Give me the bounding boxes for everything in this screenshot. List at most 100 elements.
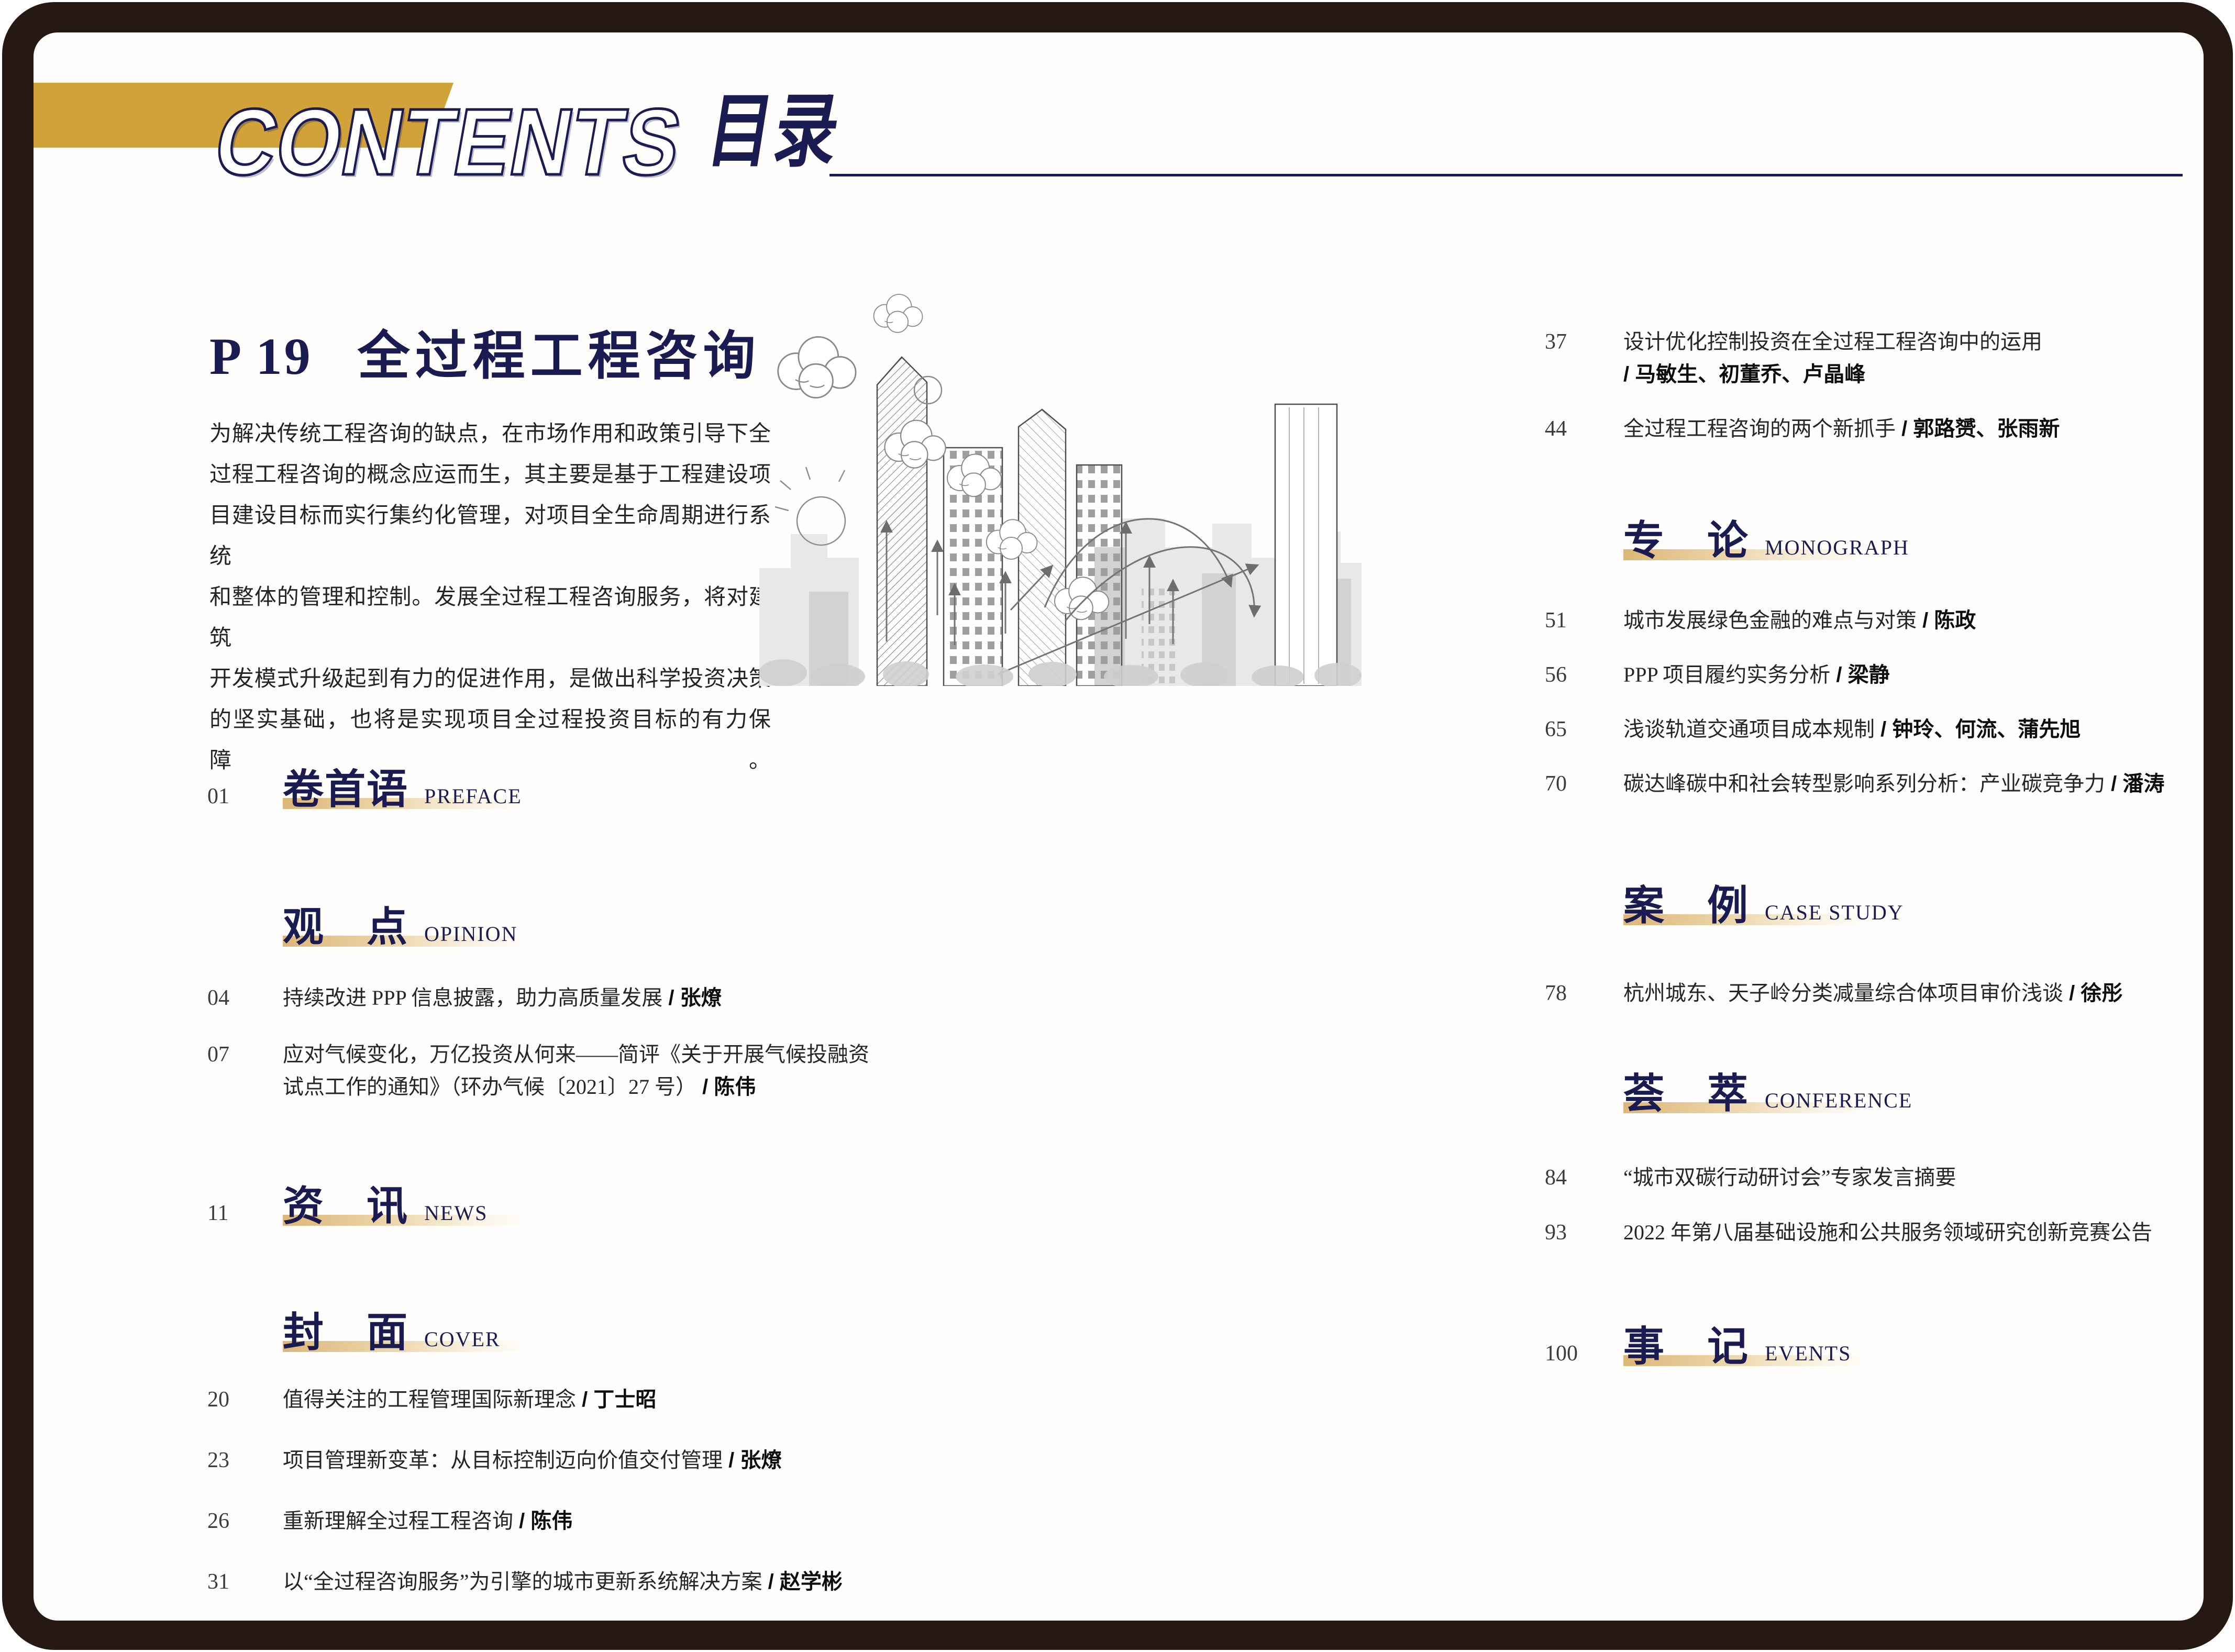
entry-title: 应对气候变化，万亿投资从何来——简评《关于开展气候投融资 试点工作的通知》（环办… <box>283 1043 869 1099</box>
entry-author: / 赵学彬 <box>762 1570 843 1593</box>
entry-page-number: 84 <box>1545 1161 1623 1194</box>
section-title: 案 例 <box>1623 883 1749 928</box>
feature-paragraph-line: 目建设目标而实行集约化管理，对项目全生命周期进行系统 <box>209 495 771 577</box>
entry-body: 杭州城东、天子岭分类减量综合体项目审价浅谈 / 徐彤 <box>1623 977 2199 1010</box>
section-title: 专 论 <box>1623 518 1749 563</box>
section-cover: 封 面 COVER <box>207 1309 501 1356</box>
entry-author: / 梁静 <box>1830 663 1889 686</box>
entry-title: 杭州城东、天子岭分类减量综合体项目审价浅谈 <box>1623 981 2063 1005</box>
entry-page-number: 70 <box>1545 768 1623 800</box>
header-rule-line <box>829 174 2183 176</box>
section-page-number: 01 <box>207 784 283 809</box>
section-subtitle: NEWS <box>424 1201 488 1225</box>
entry-body: PPP 项目履约实务分析 / 梁静 <box>1623 659 2199 691</box>
section-subtitle: CONFERENCE <box>1765 1089 1912 1112</box>
right-top-entries: 37 设计优化控制投资在全过程工程咨询中的运用 / 马敏生、初董乔、卢晶峰 44… <box>1545 326 2199 445</box>
section-title: 资 讯 <box>283 1183 408 1229</box>
conference-entries: 84 “城市双碳行动研讨会”专家发言摘要 93 2022 年第八届基础设施和公共… <box>1545 1161 2199 1249</box>
entry-title: 2022 年第八届基础设施和公共服务领域研究创新竞赛公告 <box>1623 1221 2152 1244</box>
contents-title-zh: 目录 <box>703 91 847 172</box>
entry-body: 设计优化控制投资在全过程工程咨询中的运用 / 马敏生、初董乔、卢晶峰 <box>1623 326 2199 391</box>
section-subtitle: COVER <box>424 1327 501 1351</box>
entry-page-number: 07 <box>207 1038 283 1071</box>
section-case-study: 案 例 CASE STUDY <box>1545 882 1904 929</box>
feature-paragraph-line: 过程工程咨询的概念应运而生，其主要是基于工程建设项 <box>209 454 771 495</box>
entry-page-number: 51 <box>1545 604 1623 637</box>
entry-title: PPP 项目履约实务分析 <box>1623 663 1830 686</box>
entry-page-number: 93 <box>1545 1216 1623 1249</box>
entry-author: / 潘涛 <box>2105 772 2164 795</box>
section-subtitle: CASE STUDY <box>1765 901 1904 924</box>
toc-entry: 70 碳达峰碳中和社会转型影响系列分析：产业碳竞争力 / 潘涛 <box>1545 768 2199 800</box>
toc-entry: 84 “城市双碳行动研讨会”专家发言摘要 <box>1545 1161 2199 1194</box>
entry-page-number: 20 <box>207 1383 283 1416</box>
section-preface: 01 卷首语 PREFACE <box>207 766 522 813</box>
cover-entries: 20 值得关注的工程管理国际新理念 / 丁士昭 23 项目管理新变革：从目标控制… <box>207 1383 937 1598</box>
toc-entry: 07 应对气候变化，万亿投资从何来——简评《关于开展气候投融资 试点工作的通知》… <box>207 1038 937 1103</box>
entry-author: / 张燎 <box>723 1449 782 1472</box>
entry-page-number: 04 <box>207 982 283 1014</box>
entry-body: 碳达峰碳中和社会转型影响系列分析：产业碳竞争力 / 潘涛 <box>1623 768 2199 800</box>
page-background <box>34 32 2204 1621</box>
toc-entry: 20 值得关注的工程管理国际新理念 / 丁士昭 <box>207 1383 937 1416</box>
entry-page-number: 44 <box>1545 413 1623 445</box>
entry-body: 城市发展绿色金融的难点与对策 / 陈政 <box>1623 604 2199 637</box>
entry-body: 以“全过程咨询服务”为引擎的城市更新系统解决方案 / 赵学彬 <box>283 1566 937 1598</box>
section-title: 事 记 <box>1623 1324 1749 1369</box>
section-news: 11 资 讯 NEWS <box>207 1183 488 1230</box>
feature-paragraph: 为解决传统工程咨询的缺点，在市场作用和政策引导下全 过程工程咨询的概念应运而生，… <box>209 414 771 781</box>
toc-entry: 65 浅谈轨道交通项目成本规制 / 钟玲、何流、蒲先旭 <box>1545 713 2199 746</box>
entry-page-number: 78 <box>1545 977 1623 1010</box>
entry-author: / 陈伟 <box>513 1510 572 1533</box>
entry-title: 浅谈轨道交通项目成本规制 <box>1623 717 1875 741</box>
entry-title: 值得关注的工程管理国际新理念 <box>283 1388 576 1411</box>
opinion-entries: 04 持续改进 PPP 信息披露，助力高质量发展 / 张燎 07 应对气候变化，… <box>207 982 937 1103</box>
entry-page-number: 37 <box>1545 326 1623 358</box>
section-subtitle: OPINION <box>424 922 517 946</box>
feature-paragraph-line: 和整体的管理和控制。发展全过程工程咨询服务，将对建筑 <box>209 577 771 659</box>
entry-body: 重新理解全过程工程咨询 / 陈伟 <box>283 1505 937 1537</box>
section-conference: 荟 萃 CONFERENCE <box>1545 1070 1912 1117</box>
section-monograph: 专 论 MONOGRAPH <box>1545 517 1909 564</box>
section-title: 观 点 <box>283 904 408 950</box>
section-page-number: 100 <box>1545 1341 1623 1366</box>
entry-body: 2022 年第八届基础设施和公共服务领域研究创新竞赛公告 <box>1623 1216 2199 1249</box>
entry-title: 以“全过程咨询服务”为引擎的城市更新系统解决方案 <box>283 1570 762 1593</box>
entry-author: / 陈伟 <box>696 1076 756 1099</box>
monograph-entries: 51 城市发展绿色金融的难点与对策 / 陈政 56 PPP 项目履约实务分析 /… <box>1545 604 2199 800</box>
entry-page-number: 26 <box>207 1505 283 1537</box>
section-page-number: 11 <box>207 1201 283 1226</box>
toc-entry: 37 设计优化控制投资在全过程工程咨询中的运用 / 马敏生、初董乔、卢晶峰 <box>1545 326 2199 391</box>
section-title: 卷首语 <box>283 767 408 812</box>
entry-author: / 马敏生、初董乔、卢晶峰 <box>1623 363 1865 386</box>
entry-author: / 郭路赟、张雨新 <box>1896 417 2060 440</box>
entry-title: “城市双碳行动研讨会”专家发言摘要 <box>1623 1166 1956 1189</box>
entry-body: 应对气候变化，万亿投资从何来——简评《关于开展气候投融资 试点工作的通知》（环办… <box>283 1038 937 1103</box>
entry-author: / 丁士昭 <box>576 1388 656 1411</box>
feature-paragraph-line: 为解决传统工程咨询的缺点，在市场作用和政策引导下全 <box>209 414 771 454</box>
section-title: 封 面 <box>283 1310 408 1355</box>
entry-title: 持续改进 PPP 信息披露，助力高质量发展 <box>283 986 662 1010</box>
section-title: 荟 萃 <box>1623 1071 1749 1116</box>
feature-heading: P 19 全过程工程咨询 <box>209 313 761 389</box>
section-subtitle: PREFACE <box>424 784 522 808</box>
entry-author: / 徐彤 <box>2063 982 2122 1005</box>
section-subtitle: MONOGRAPH <box>1765 536 1909 559</box>
entry-author: / 陈政 <box>1917 609 1976 632</box>
feature-title: 全过程工程咨询 <box>358 313 761 389</box>
entry-title: 重新理解全过程工程咨询 <box>283 1509 513 1533</box>
toc-entry: 26 重新理解全过程工程咨询 / 陈伟 <box>207 1505 937 1537</box>
toc-entry: 04 持续改进 PPP 信息披露，助力高质量发展 / 张燎 <box>207 982 937 1014</box>
section-subtitle: EVENTS <box>1765 1341 1851 1365</box>
toc-entry: 44 全过程工程咨询的两个新抓手 / 郭路赟、张雨新 <box>1545 413 2199 445</box>
toc-entry: 93 2022 年第八届基础设施和公共服务领域研究创新竞赛公告 <box>1545 1216 2199 1249</box>
toc-entry: 56 PPP 项目履约实务分析 / 梁静 <box>1545 659 2199 691</box>
toc-entry: 23 项目管理新变革：从目标控制迈向价值交付管理 / 张燎 <box>207 1444 937 1477</box>
entry-body: 值得关注的工程管理国际新理念 / 丁士昭 <box>283 1383 937 1416</box>
toc-entry: 51 城市发展绿色金融的难点与对策 / 陈政 <box>1545 604 2199 637</box>
feature-page-number: P 19 <box>209 326 313 386</box>
entry-page-number: 23 <box>207 1444 283 1477</box>
sun-sketch <box>775 467 845 545</box>
entry-title: 设计优化控制投资在全过程工程咨询中的运用 <box>1623 330 2042 353</box>
entry-title: 城市发展绿色金融的难点与对策 <box>1623 608 1917 632</box>
